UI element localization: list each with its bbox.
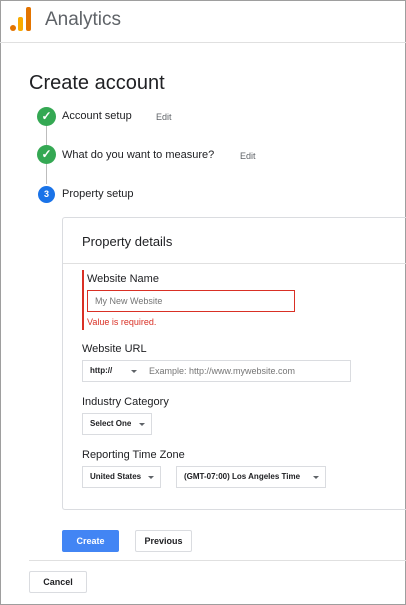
- app-header: Analytics: [0, 0, 406, 43]
- step-connector: [46, 126, 47, 146]
- chevron-down-icon: [139, 423, 145, 426]
- error-indicator-bar: [82, 270, 84, 330]
- analytics-logo-icon: [10, 7, 32, 31]
- step-number-badge: 3: [38, 186, 55, 203]
- country-select[interactable]: United States: [82, 466, 161, 488]
- cancel-button[interactable]: Cancel: [29, 571, 87, 593]
- website-name-label: Website Name: [87, 273, 159, 285]
- chevron-down-icon: [313, 476, 319, 479]
- chevron-down-icon: [131, 370, 137, 373]
- industry-category-select[interactable]: Select One: [82, 413, 152, 435]
- industry-category-value: Select One: [90, 419, 132, 428]
- check-icon: ✓: [37, 107, 56, 126]
- step-label-property-setup: Property setup: [62, 188, 134, 200]
- time-zone-select[interactable]: (GMT-07:00) Los Angeles Time: [176, 466, 326, 488]
- website-name-error: Value is required.: [87, 317, 157, 327]
- page-title: Create account: [29, 72, 165, 94]
- time-zone-select-value: (GMT-07:00) Los Angeles Time: [184, 472, 301, 481]
- logo-bar-tall: [26, 7, 31, 31]
- logo-bar-mid: [18, 17, 23, 31]
- card-divider: [63, 263, 406, 264]
- create-button[interactable]: Create: [62, 530, 119, 552]
- chevron-down-icon: [148, 476, 154, 479]
- step-connector: [46, 164, 47, 184]
- website-name-input[interactable]: [87, 290, 295, 312]
- check-icon: ✓: [37, 145, 56, 164]
- step-label-measure: What do you want to measure?: [62, 149, 215, 161]
- previous-button[interactable]: Previous: [135, 530, 192, 552]
- protocol-select-value: http://: [90, 366, 113, 375]
- protocol-select[interactable]: http://: [82, 360, 144, 382]
- edit-account-setup-link[interactable]: Edit: [156, 112, 172, 122]
- country-select-value: United States: [90, 472, 142, 481]
- website-url-input[interactable]: [143, 360, 351, 382]
- step-label-account-setup: Account setup: [62, 110, 132, 122]
- edit-measure-link[interactable]: Edit: [240, 151, 256, 161]
- card-title: Property details: [82, 234, 173, 249]
- logo-dot: [10, 25, 16, 31]
- website-url-label: Website URL: [82, 343, 147, 355]
- footer-divider: [29, 560, 406, 561]
- app-title: Analytics: [45, 9, 122, 30]
- time-zone-label: Reporting Time Zone: [82, 449, 185, 461]
- industry-category-label: Industry Category: [82, 396, 169, 408]
